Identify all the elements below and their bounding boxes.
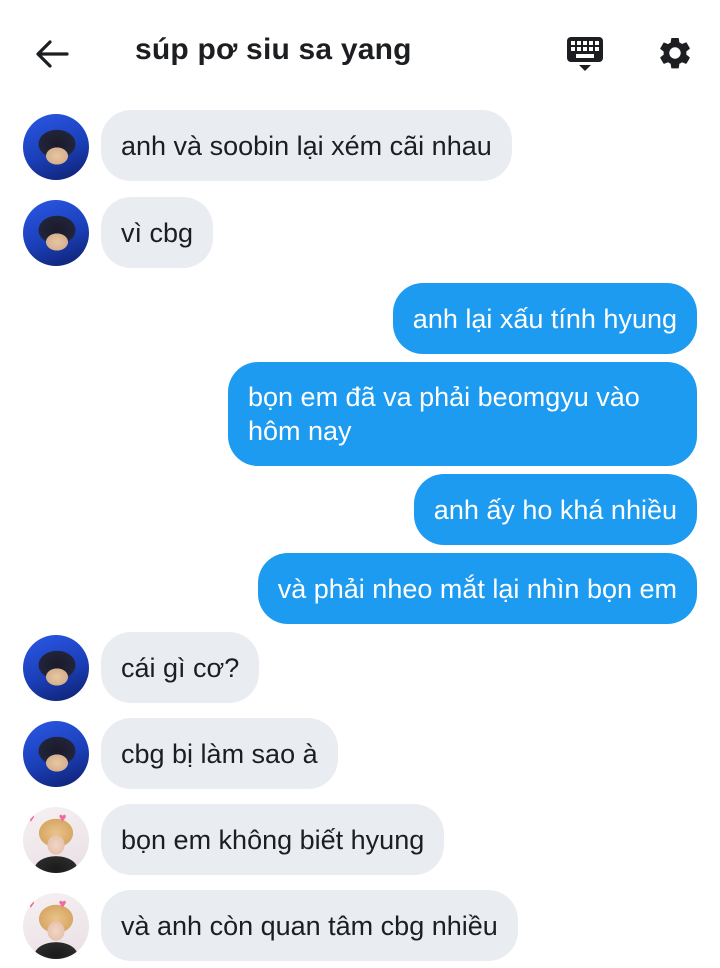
- gear-icon: [656, 34, 694, 72]
- message-text: và anh còn quan tâm cbg nhiều: [121, 910, 498, 941]
- heart-icon: ♥♥: [27, 810, 89, 825]
- sender-avatar[interactable]: [23, 114, 89, 180]
- outgoing-message[interactable]: bọn em đã va phải beomgyu vào hôm nay: [228, 362, 697, 466]
- sender-avatar[interactable]: [23, 721, 89, 787]
- incoming-message[interactable]: cbg bị làm sao à: [101, 718, 338, 789]
- sender-avatar[interactable]: [23, 200, 89, 266]
- incoming-message[interactable]: cái gì cơ?: [101, 632, 260, 703]
- message-text: bọn em không biết hyung: [121, 824, 425, 855]
- message-text: và phải nheo mắt lại nhìn bọn em: [277, 573, 677, 604]
- conversation-title: súp pơ siu sa yang: [135, 33, 412, 66]
- sender-avatar[interactable]: ♥♥: [23, 893, 89, 959]
- sender-avatar[interactable]: [23, 635, 89, 701]
- outgoing-message[interactable]: anh ấy ho khá nhiều: [413, 474, 697, 545]
- message-list: anh và soobin lại xém cãi nhau vì cbg an…: [0, 0, 720, 968]
- incoming-message[interactable]: anh và soobin lại xém cãi nhau: [101, 110, 512, 181]
- incoming-message[interactable]: và anh còn quan tâm cbg nhiều: [101, 890, 518, 961]
- outgoing-message[interactable]: anh lại xấu tính hyung: [392, 283, 697, 354]
- message-text: cbg bị làm sao à: [121, 738, 318, 769]
- conversation-header: súp pơ siu sa yang: [0, 0, 720, 104]
- message-text: cái gì cơ?: [121, 652, 240, 683]
- sender-avatar[interactable]: ♥♥: [23, 807, 89, 873]
- keyboard-button[interactable]: [562, 30, 608, 76]
- message-text: anh và soobin lại xém cãi nhau: [121, 130, 492, 161]
- message-text: anh lại xấu tính hyung: [412, 303, 677, 334]
- heart-icon: ♥♥: [27, 896, 89, 911]
- keyboard-icon: [565, 33, 605, 73]
- incoming-message[interactable]: bọn em không biết hyung: [101, 804, 445, 875]
- outgoing-message[interactable]: và phải nheo mắt lại nhìn bọn em: [257, 553, 697, 624]
- message-text: anh ấy ho khá nhiều: [433, 494, 677, 525]
- message-text: bọn em đã va phải beomgyu vào hôm nay: [248, 382, 640, 446]
- settings-button[interactable]: [652, 30, 698, 76]
- incoming-message[interactable]: vì cbg: [101, 197, 214, 268]
- back-button[interactable]: [30, 32, 74, 76]
- arrow-left-icon: [35, 39, 69, 69]
- message-text: vì cbg: [121, 217, 194, 248]
